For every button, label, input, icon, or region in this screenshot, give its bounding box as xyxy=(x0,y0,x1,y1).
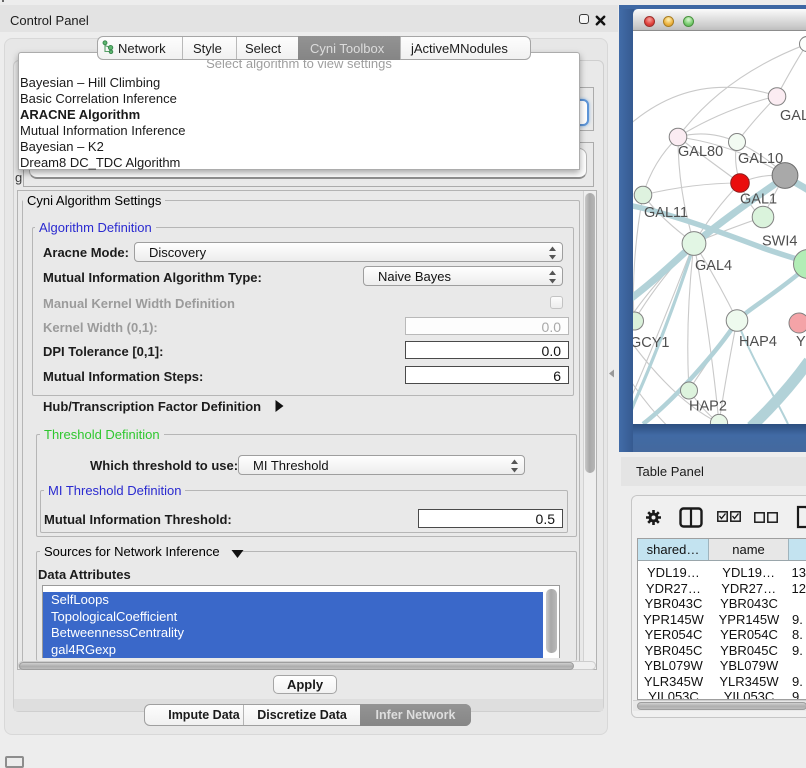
svg-text:GCY1: GCY1 xyxy=(633,335,670,351)
svg-text:GAL80: GAL80 xyxy=(678,144,723,160)
svg-text:HAP4: HAP4 xyxy=(739,334,777,350)
svg-text:GAL10: GAL10 xyxy=(738,151,783,167)
svg-text:Y: Y xyxy=(796,334,806,350)
svg-text:HAP2: HAP2 xyxy=(689,399,727,415)
svg-text:SWI4: SWI4 xyxy=(762,234,797,250)
svg-text:GAL1: GAL1 xyxy=(740,192,777,208)
svg-text:GAL11: GAL11 xyxy=(644,205,688,221)
svg-text:GAL2: GAL2 xyxy=(780,108,806,124)
svg-text:GAL4: GAL4 xyxy=(695,258,732,274)
